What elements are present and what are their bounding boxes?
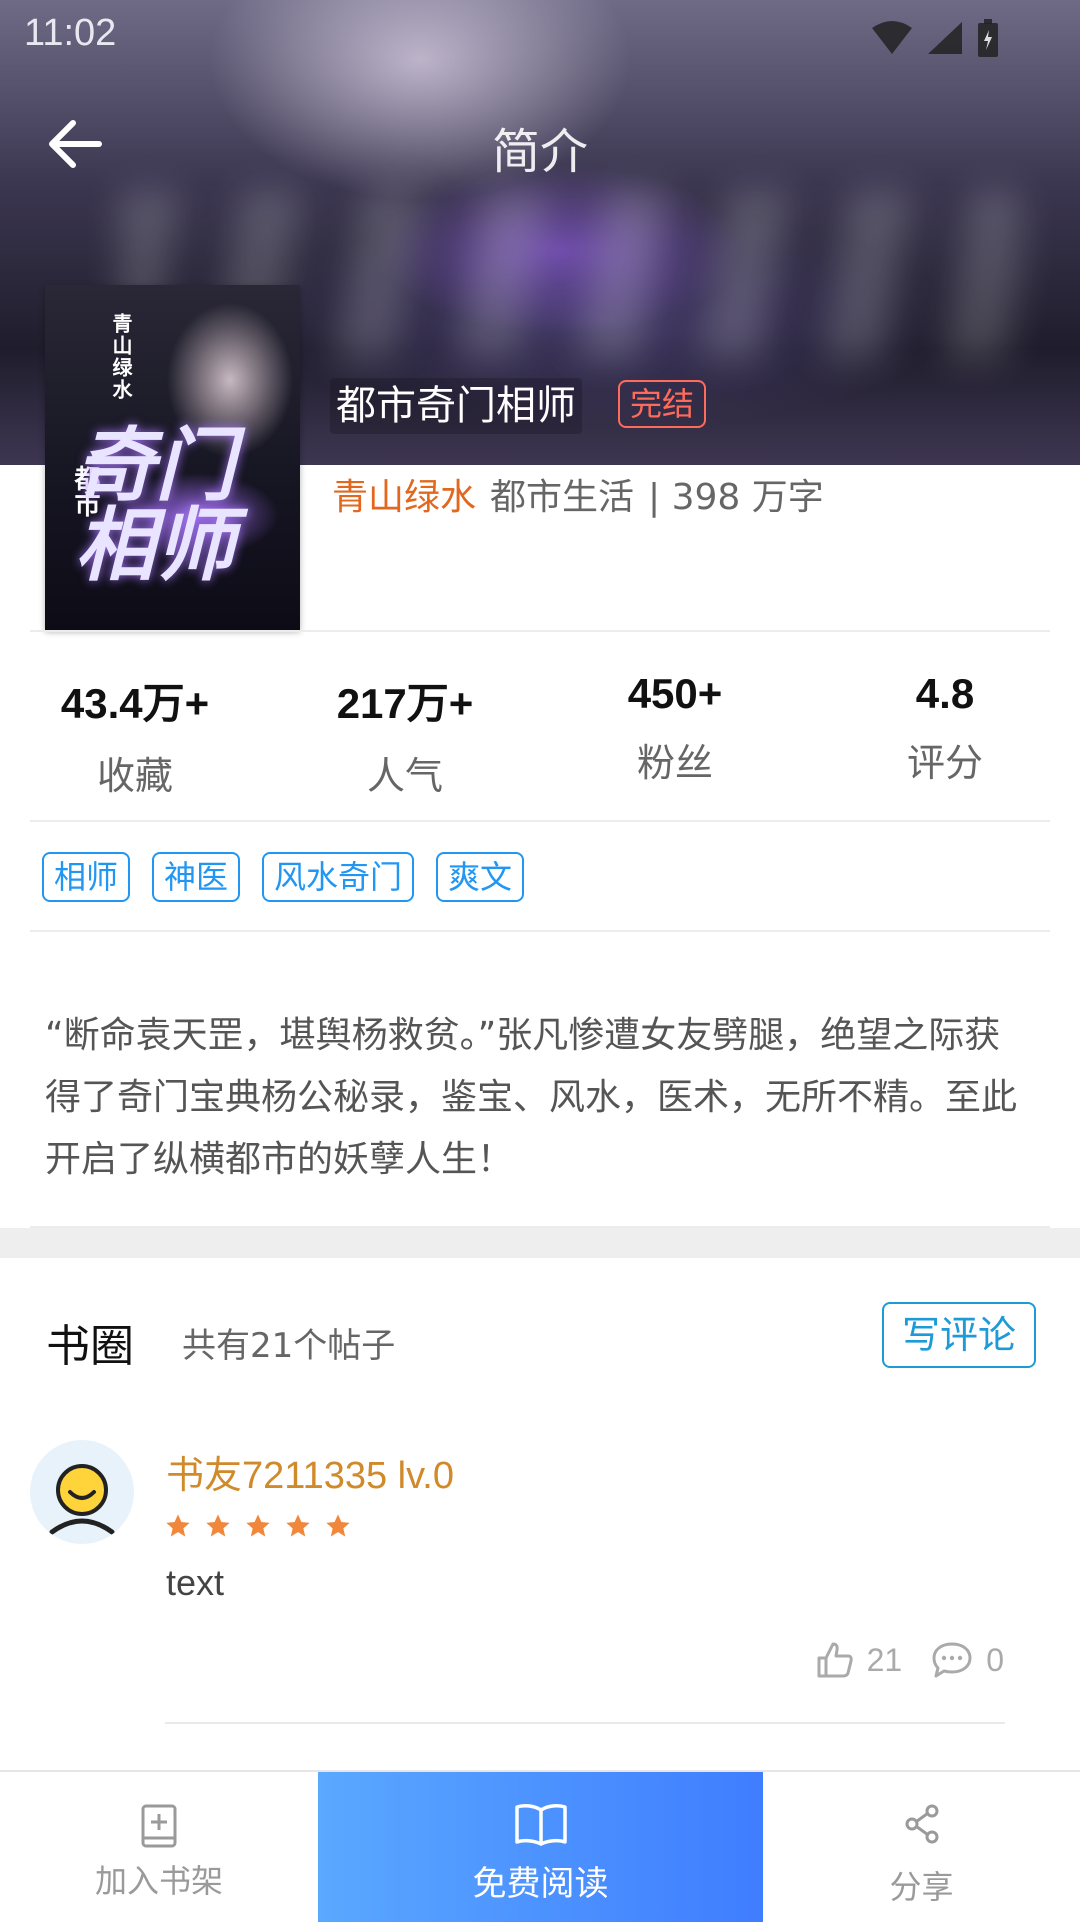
comment-button[interactable]: 0 [930,1640,1004,1680]
stat-fans: 450+ 粉丝 [540,640,810,820]
free-read-label: 免费阅读 [472,1864,609,1904]
battery-icon [978,19,998,57]
stat-rating: 4.8 评分 [810,640,1080,820]
cover-author-text: 青山绿水 [109,313,133,401]
book-cover: 青山绿水 都市 奇门 相师 [45,285,300,630]
star-icon [206,1514,230,1537]
status-time: 11:02 [24,12,117,54]
rating-stars [164,1512,352,1540]
cover-title-text: 奇门 相师 [75,418,235,592]
post-count: 共有21个帖子 [182,1326,396,1366]
add-to-shelf-label: 加入书架 [94,1862,223,1900]
like-button[interactable]: 21 [815,1640,903,1680]
section-separator [0,1228,1080,1258]
comment-count: 0 [986,1641,1004,1678]
book-meta: 青山绿水 都市生活 | 398 万字 [332,468,824,520]
divider [165,1722,1005,1724]
tag-list: 相师 神医 风水奇门 爽文 [42,852,525,902]
thumbs-up-icon [817,1642,853,1678]
signal-icon [928,22,962,54]
divider [30,630,1050,632]
share-label: 分享 [889,1868,954,1906]
author-link[interactable]: 青山绿水 [332,477,476,518]
stat-label: 收藏 [96,754,173,798]
divider [30,820,1050,822]
stat-value: 43.4万+ [60,680,210,727]
stat-favorites: 43.4万+ 收藏 [0,640,270,820]
star-icon [246,1514,270,1537]
post-item[interactable]: 书友7211335 lv.0 text 21 0 [0,1440,1080,1725]
write-review-button[interactable]: 写评论 [882,1302,1036,1368]
divider [30,930,1050,932]
book-add-icon [141,1804,177,1848]
star-icon [166,1514,190,1537]
status-bar: 11:02 [0,0,1080,72]
stat-label: 粉丝 [636,741,713,785]
stat-value: 4.8 [915,670,975,717]
comment-icon [932,1642,972,1678]
book-title: 都市奇门相师 [330,378,582,434]
tag-item[interactable]: 爽文 [436,852,525,902]
book-intro: “断命袁天罡，堪舆杨救贫。”张凡惨遭女友劈腿，绝望之际获得了奇门宝典杨公秘录，鉴… [45,1015,1018,1180]
stat-popularity: 217万+ 人气 [270,640,540,820]
like-count: 21 [866,1641,903,1678]
wifi-icon [872,21,912,54]
share-button[interactable]: 分享 [763,1772,1080,1922]
book-circle-header: 书圈 共有21个帖子 写评论 [0,1290,1080,1380]
status-badge: 完结 [618,380,707,428]
star-icon [286,1514,310,1537]
post-text: text [166,1562,225,1603]
add-to-shelf-button[interactable]: 加入书架 [0,1772,318,1922]
status-icons [870,18,1000,58]
share-icon [905,1804,938,1844]
free-read-button[interactable]: 免费阅读 [318,1772,763,1922]
circle-title: 书圈 [46,1321,134,1372]
top-bar: 简介 [0,90,1080,200]
stat-value: 450+ [627,670,723,717]
star-icon [326,1514,350,1537]
tag-item[interactable]: 相师 [42,852,131,902]
word-count: | 398 万字 [648,477,824,518]
tag-item[interactable]: 神医 [152,852,241,902]
stats-row: 43.4万+ 收藏 217万+ 人气 450+ 粉丝 4.8 评分 [0,640,1080,820]
open-book-icon [514,1804,567,1846]
category-label: 都市生活 [490,477,635,518]
page-title: 简介 [491,124,588,180]
post-actions: 21 0 [815,1640,1004,1680]
smiley-avatar-icon [49,1464,115,1535]
stat-value: 217万+ [336,680,474,727]
bottom-action-bar: 加入书架 免费阅读 分享 [0,1770,1080,1922]
stat-label: 人气 [366,754,443,798]
post-username[interactable]: 书友7211335 lv.0 [166,1444,454,1499]
tag-item[interactable]: 风水奇门 [262,852,415,902]
stat-label: 评分 [906,741,983,785]
avatar[interactable] [30,1440,134,1544]
